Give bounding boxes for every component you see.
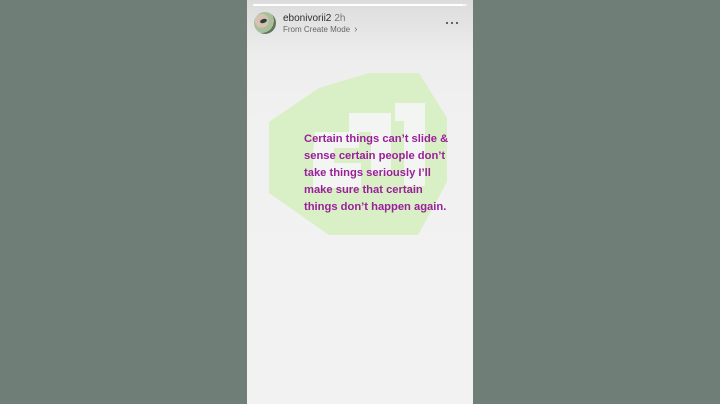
story-user-line: ebonivorii2 2h — [283, 13, 346, 25]
story-progress-bar — [253, 4, 467, 6]
chevron-right-icon: › — [354, 24, 358, 35]
avatar-eye-detail — [259, 18, 268, 24]
avatar[interactable] — [254, 12, 276, 34]
post-time: 2h — [334, 13, 346, 24]
story-progress-fill — [253, 4, 463, 6]
create-mode-link[interactable]: From Create Mode › — [283, 25, 357, 35]
story-viewer-background: ebonivorii2 2h From Create Mode › Certai… — [0, 0, 720, 404]
more-horizontal-icon[interactable] — [445, 19, 459, 27]
story-card[interactable]: ebonivorii2 2h From Create Mode › Certai… — [247, 0, 473, 404]
username-link[interactable]: ebonivorii2 — [283, 13, 331, 25]
create-mode-label: From Create Mode — [283, 25, 351, 34]
story-header: ebonivorii2 2h From Create Mode › — [253, 10, 467, 40]
story-caption: Certain things can’t slide & sense certa… — [304, 133, 449, 213]
